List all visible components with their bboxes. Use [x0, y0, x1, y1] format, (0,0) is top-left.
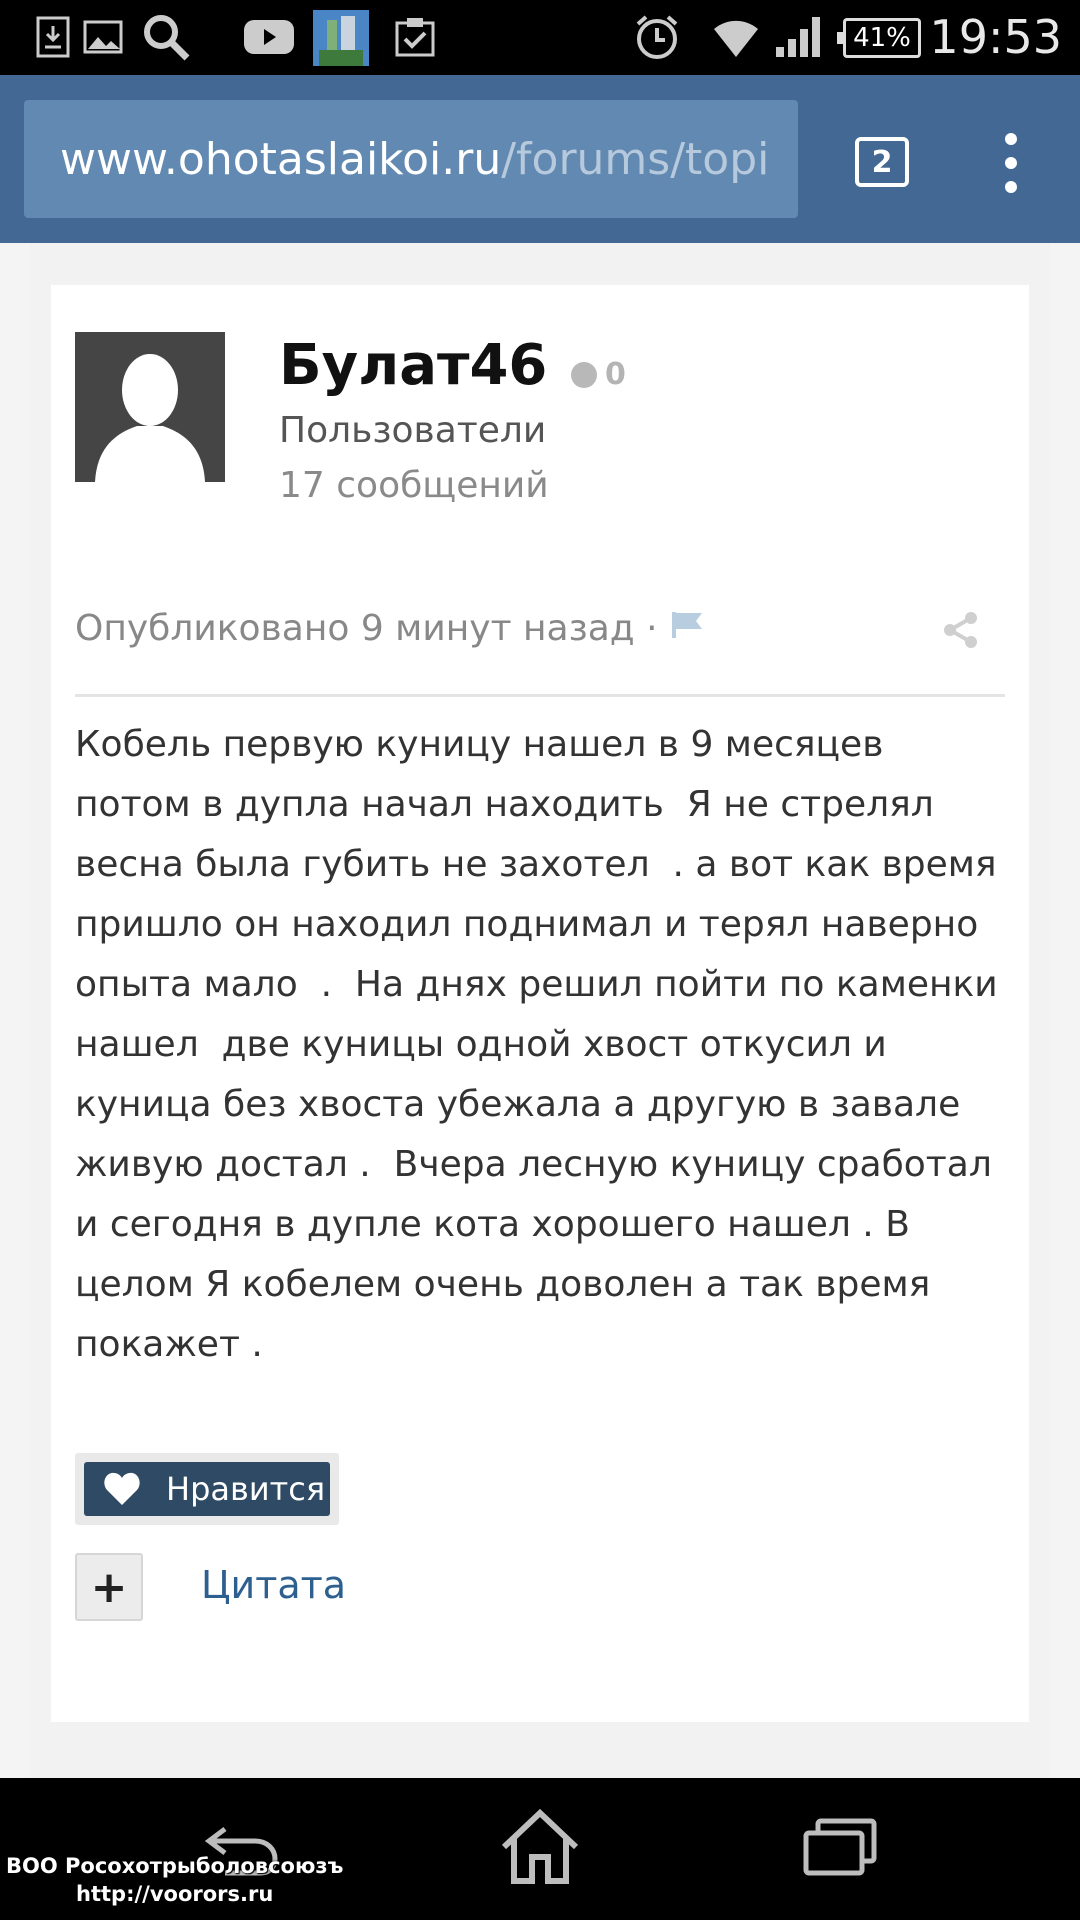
- post-line: и сегодня в дупле кота хорошего нашел . …: [75, 1204, 910, 1245]
- like-label: Нравится: [166, 1470, 326, 1508]
- status-bar: 41% 19:53: [0, 0, 1080, 75]
- download-icon: [30, 14, 76, 60]
- address-bar[interactable]: www.ohotaslaikoi.ru/forums/topi: [24, 100, 798, 218]
- signal-icon: [773, 14, 825, 60]
- alarm-icon: [632, 14, 682, 60]
- youtube-icon: [243, 14, 295, 60]
- like-button[interactable]: Нравится: [84, 1462, 330, 1516]
- page-content: Булат46 0 Пользователи 17 сообщений Опуб…: [0, 243, 1080, 1778]
- wifi-icon: [710, 14, 762, 60]
- post-line: куница без хвоста убежала а другую в зав…: [75, 1084, 961, 1125]
- battery-level: 41%: [853, 23, 911, 53]
- post-line: целом Я кобелем очень доволен а так врем…: [75, 1264, 931, 1305]
- search-icon: [140, 14, 192, 61]
- battery-indicator: 41%: [837, 18, 921, 58]
- post-line: пришло он находил поднимал и терял навер…: [75, 904, 979, 945]
- post-line: Кобель первую куницу нашел в 9 месяцев: [75, 724, 884, 765]
- author-post-count: 17 сообщений: [279, 465, 549, 506]
- avatar[interactable]: [75, 332, 225, 482]
- url-path: /forums/topi: [501, 133, 770, 185]
- recent-apps-icon[interactable]: [790, 1802, 890, 1892]
- reputation-badge: 0: [571, 357, 626, 392]
- app-thumbnail-icon: [313, 10, 369, 66]
- post-line: живую достал . Вчера лесную куницу срабо…: [75, 1144, 992, 1185]
- divider: [75, 694, 1005, 697]
- watermark: ВОО Росохотрыболовсоюзъ http://voorors.r…: [6, 1852, 343, 1908]
- post-line: потом в дупла начал находить Я не стреля…: [75, 784, 934, 825]
- quote-link[interactable]: Цитата: [201, 1563, 346, 1607]
- heart-icon: [102, 1469, 142, 1509]
- forum-post: Булат46 0 Пользователи 17 сообщений Опуб…: [51, 285, 1029, 1722]
- reputation-dot-icon: [571, 361, 597, 388]
- clock: 19:53: [929, 10, 1062, 64]
- clipboard-check-icon: [392, 14, 438, 60]
- watermark-line-1: ВОО Росохотрыболовсоюзъ: [6, 1854, 344, 1878]
- url-host: www.ohotaslaikoi.ru: [60, 133, 502, 185]
- like-container: Нравится: [75, 1453, 339, 1525]
- tab-count: 2: [871, 144, 893, 180]
- report-flag-icon[interactable]: [670, 608, 706, 649]
- post-line: опыта мало . На днях решил пойти по каме…: [75, 964, 998, 1005]
- home-icon[interactable]: [490, 1802, 590, 1892]
- overflow-menu-icon[interactable]: [990, 133, 1032, 193]
- user-group: Пользователи: [279, 410, 547, 451]
- author-name[interactable]: Булат46: [279, 333, 547, 398]
- post-line: нашел две куницы одной хвост откусил и: [75, 1024, 887, 1065]
- tabs-button[interactable]: 2: [855, 137, 909, 187]
- watermark-line-2: http://voorors.ru: [76, 1882, 274, 1906]
- multiquote-button[interactable]: +: [75, 1553, 143, 1621]
- post-body: Кобель первую куницу нашел в 9 месяцев п…: [75, 715, 1005, 1375]
- published-time: Опубликовано 9 минут назад ·: [75, 608, 658, 649]
- post-line: покажет .: [75, 1324, 263, 1365]
- browser-toolbar: www.ohotaslaikoi.ru/forums/topi 2: [0, 75, 1080, 243]
- image-icon: [80, 14, 126, 60]
- post-line: весна была губить не захотел . а вот как…: [75, 844, 997, 885]
- post-meta: Опубликовано 9 минут назад ·: [75, 608, 706, 649]
- reputation-value: 0: [605, 357, 626, 392]
- share-icon[interactable]: [941, 610, 981, 650]
